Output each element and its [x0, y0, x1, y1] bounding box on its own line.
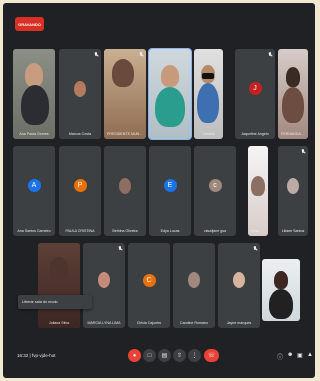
participant-tile[interactable]: Liliane Santos: [278, 146, 308, 236]
phone-hangup-icon: ☏: [207, 353, 216, 359]
participant-tile[interactable]: FERNANDA ALVES SILVA: [278, 49, 308, 139]
participant-name: PAULA CRISTINA: [65, 229, 95, 233]
participant-name: Cristina: [202, 132, 215, 136]
activities-icon[interactable]: ▲: [307, 352, 313, 358]
avatar: C: [142, 273, 156, 287]
participant-name: Ana Paula Gomes: [19, 132, 49, 136]
captions-icon: ▤: [161, 353, 168, 359]
mic-off-button[interactable]: ●: [128, 349, 141, 362]
participant-tile[interactable]: PRESIDENTE MUNICIPAL: [104, 49, 146, 139]
avatar: c: [208, 179, 222, 193]
participant-tile[interactable]: [262, 259, 300, 321]
participant-tile[interactable]: J Jaqueline Angelo: [235, 49, 275, 139]
participant-tile[interactable]: Juliana Silva: [38, 243, 80, 328]
participant-tile[interactable]: Bethina Oliveira: [104, 146, 146, 236]
info-icon[interactable]: ⓘ: [277, 352, 283, 361]
participant-name: Bethina Oliveira: [112, 229, 138, 233]
participant-tile[interactable]: P PAULA CRISTINA: [59, 146, 101, 236]
participant-tile[interactable]: Caroline Romano: [173, 243, 215, 328]
meeting-code: fvp-vjde-hot: [31, 353, 56, 358]
camera-button[interactable]: □: [143, 349, 156, 362]
mic-off-icon: ●: [132, 352, 137, 359]
avatar: A: [27, 179, 41, 193]
participant-name: FERNANDA ALVES SILVA: [281, 132, 305, 136]
participant-name: Marcos Costa: [68, 132, 92, 136]
participant-name: Edya Lucas: [160, 229, 180, 233]
avatar: P: [73, 179, 87, 193]
mic-muted-icon: [253, 246, 257, 251]
participant-tile[interactable]: Cristina: [194, 49, 223, 139]
participant-name: Jaqueline Angelo: [241, 132, 269, 136]
participant-tile[interactable]: MÁRCIA LYNA LIMA: [83, 243, 125, 328]
participant-name: PRESIDENTE MUNICIPAL: [107, 132, 143, 136]
present-button[interactable]: ⇧: [173, 349, 186, 362]
participant-name: Jayne marques: [226, 321, 252, 325]
participant-name: Ana Santos Carneiro: [17, 229, 51, 233]
people-icon[interactable]: ☻: [287, 352, 293, 358]
end-call-button[interactable]: ☏: [204, 349, 219, 362]
mic-muted-icon: [268, 52, 272, 57]
participant-tile[interactable]: E Edya Lucas: [149, 146, 191, 236]
mic-muted-icon: [118, 246, 122, 251]
mic-muted-icon: [301, 149, 305, 154]
participant-name: claudjane gsa: [203, 229, 227, 233]
participant-tile[interactable]: Jayne marques: [218, 243, 260, 328]
mic-muted-icon: [139, 52, 143, 57]
participant-name: Juliana Silva: [48, 321, 70, 325]
participant-tile[interactable]: C Clécia Cajueiro: [128, 243, 170, 328]
recording-badge: GRAVANDO: [15, 17, 44, 31]
chat-icon[interactable]: ▣: [297, 352, 303, 359]
participant-tile[interactable]: A Ana Santos Carneiro: [13, 146, 55, 236]
more-vert-icon: ⋮: [191, 353, 198, 359]
participant-tile[interactable]: Rosa Pires: [248, 146, 268, 236]
participant-tile[interactable]: Marcos Costa: [59, 49, 101, 139]
captions-button[interactable]: ▤: [158, 349, 171, 362]
avatar: J: [248, 82, 262, 96]
time-text: 16:32: [17, 353, 29, 358]
meet-window: GRAVANDO Ana Paula Gomes Marcos Costa PR…: [3, 3, 315, 378]
meeting-time: 16:32 | fvp-vjde-hot: [17, 353, 56, 358]
call-controls-bar: 16:32 | fvp-vjde-hot ● □ ▤ ⇧ ⋮ ☏ ⓘ ☻ ▣ ▲: [3, 341, 315, 378]
popup-message[interactable]: Liberar sala do modo: [18, 295, 92, 309]
participant-name: Clécia Cajueiro: [136, 321, 162, 325]
mic-muted-icon: [94, 52, 98, 57]
avatar: E: [163, 179, 177, 193]
more-options-button[interactable]: ⋮: [188, 349, 201, 362]
participant-name: Rosa Pires: [251, 229, 265, 233]
participant-tile-active[interactable]: [148, 48, 192, 140]
camera-icon: □: [147, 352, 152, 359]
participant-name: MÁRCIA LYNA LIMA: [87, 321, 121, 325]
present-icon: ⇧: [176, 353, 183, 359]
participant-tile[interactable]: c claudjane gsa: [194, 146, 236, 236]
participant-name: Liliane Santos: [281, 229, 305, 233]
participant-tile[interactable]: Ana Paula Gomes: [13, 49, 55, 139]
participant-name: Caroline Romano: [180, 321, 208, 325]
